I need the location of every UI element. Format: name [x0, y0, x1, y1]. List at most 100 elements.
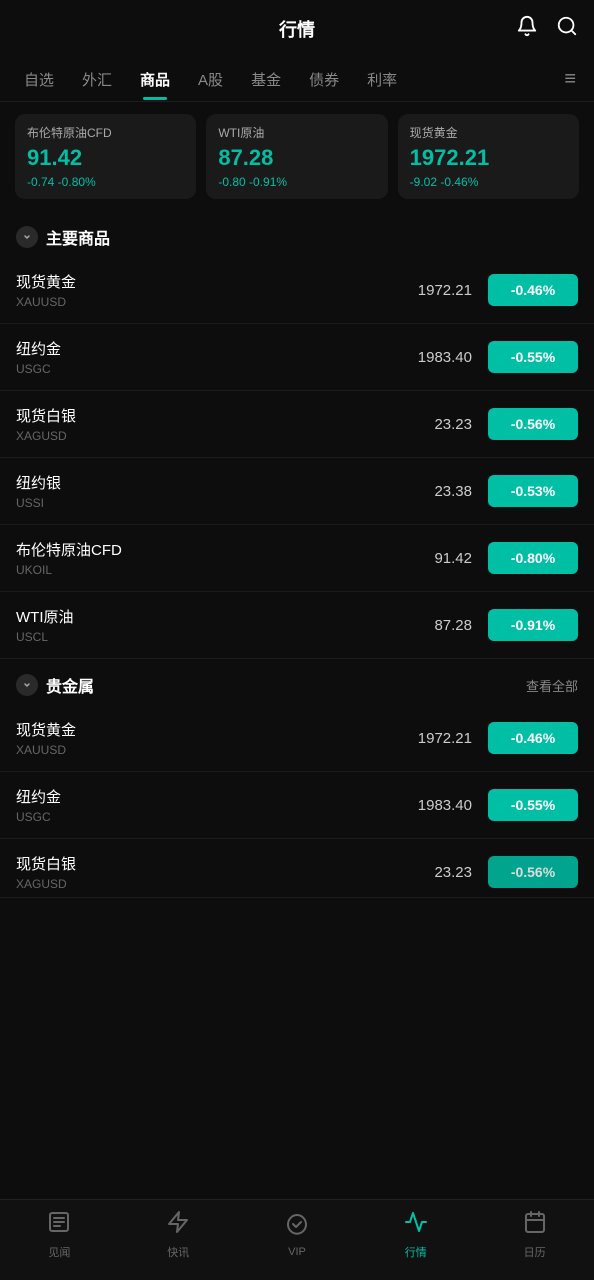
market-row-uscl-info: WTI原油 USCL — [16, 606, 392, 644]
precious-row-xagusd-price: 23.23 — [392, 864, 472, 881]
precious-row-usgc-price: 1983.40 — [392, 797, 472, 814]
ticker-card-gold-name: 现货黄金 — [410, 124, 567, 141]
market-row-usgc-change: -0.55% — [488, 341, 578, 373]
market-row-uscl-price: 87.28 — [392, 617, 472, 634]
section-precious-title: 贵金属 — [46, 673, 94, 697]
market-row-ussi[interactable]: 纽约银 USSI 23.38 -0.53% — [0, 458, 594, 525]
market-row-uscl[interactable]: WTI原油 USCL 87.28 -0.91% — [0, 592, 594, 659]
precious-row-usgc-name: 纽约金 — [16, 786, 392, 807]
market-row-xauusd-symbol: XAUUSD — [16, 295, 392, 309]
market-row-xauusd[interactable]: 现货黄金 XAUUSD 1972.21 -0.46% — [0, 257, 594, 324]
precious-row-xauusd-symbol: XAUUSD — [16, 743, 392, 757]
vip-label: VIP — [288, 1246, 306, 1258]
tab-lilv[interactable]: 利率 — [353, 59, 411, 100]
bottom-nav-hangqing[interactable]: 行情 — [386, 1210, 446, 1260]
ticker-card-wti[interactable]: WTI原油 87.28 -0.80 -0.91% — [206, 114, 387, 199]
section-main-toggle[interactable] — [16, 226, 38, 248]
ticker-card-brent-price: 91.42 — [27, 145, 184, 171]
ticker-card-wti-change: -0.80 -0.91% — [218, 175, 375, 189]
market-row-ussi-name: 纽约银 — [16, 472, 392, 493]
bottom-nav: 见闻 快讯 VIP 行情 — [0, 1199, 594, 1280]
precious-row-xauusd-info: 现货黄金 XAUUSD — [16, 719, 392, 757]
bottom-nav-kuaixun[interactable]: 快讯 — [148, 1210, 208, 1260]
tab-zixuan[interactable]: 自选 — [10, 59, 68, 100]
market-row-usgc-price: 1983.40 — [392, 349, 472, 366]
ticker-card-gold-change: -9.02 -0.46% — [410, 175, 567, 189]
precious-row-xagusd-partial[interactable]: 现货白银 XAGUSD 23.23 -0.56% — [0, 839, 594, 898]
market-row-xagusd-name: 现货白银 — [16, 405, 392, 426]
ticker-card-brent-change: -0.74 -0.80% — [27, 175, 184, 189]
market-row-xauusd-price: 1972.21 — [392, 282, 472, 299]
tab-agu[interactable]: A股 — [184, 59, 237, 100]
tab-waihui[interactable]: 外汇 — [68, 59, 126, 100]
precious-market-list: 现货黄金 XAUUSD 1972.21 -0.46% 纽约金 USGC 1983… — [0, 705, 594, 898]
ticker-card-wti-name: WTI原油 — [218, 124, 375, 141]
precious-row-usgc[interactable]: 纽约金 USGC 1983.40 -0.55% — [0, 772, 594, 839]
main-market-list: 现货黄金 XAUUSD 1972.21 -0.46% 纽约金 USGC 1983… — [0, 257, 594, 659]
section-main-header: 主要商品 — [0, 211, 594, 257]
precious-row-xagusd-name: 现货白银 — [16, 853, 392, 874]
kuaixun-icon — [166, 1210, 190, 1240]
ticker-card-brent[interactable]: 布伦特原油CFD 91.42 -0.74 -0.80% — [15, 114, 196, 199]
precious-row-usgc-info: 纽约金 USGC — [16, 786, 392, 824]
market-row-usgc-symbol: USGC — [16, 362, 392, 376]
search-icon[interactable] — [556, 15, 578, 43]
tab-shangpin[interactable]: 商品 — [126, 59, 184, 100]
vip-icon — [285, 1212, 309, 1242]
market-row-ussi-symbol: USSI — [16, 496, 392, 510]
market-row-ukoil-info: 布伦特原油CFD UKOIL — [16, 539, 392, 577]
market-row-uscl-name: WTI原油 — [16, 606, 392, 627]
tab-zhaiquan[interactable]: 债券 — [295, 59, 353, 100]
market-row-ukoil-name: 布伦特原油CFD — [16, 539, 392, 560]
precious-row-xauusd-name: 现货黄金 — [16, 719, 392, 740]
more-menu-icon[interactable]: ≡ — [556, 58, 584, 101]
ticker-card-wti-price: 87.28 — [218, 145, 375, 171]
bell-icon[interactable] — [516, 15, 538, 43]
bottom-nav-jianwen[interactable]: 见闻 — [29, 1210, 89, 1260]
jianwen-label: 见闻 — [48, 1244, 70, 1260]
header-title: 行情 — [279, 16, 315, 42]
jianwen-icon — [47, 1210, 71, 1240]
market-row-uscl-symbol: USCL — [16, 630, 392, 644]
market-row-xauusd-change: -0.46% — [488, 274, 578, 306]
precious-row-xauusd-price: 1972.21 — [392, 730, 472, 747]
precious-row-xagusd-symbol: XAGUSD — [16, 877, 392, 891]
market-row-ukoil[interactable]: 布伦特原油CFD UKOIL 91.42 -0.80% — [0, 525, 594, 592]
precious-row-xauusd[interactable]: 现货黄金 XAUUSD 1972.21 -0.46% — [0, 705, 594, 772]
kuaixun-label: 快讯 — [167, 1244, 189, 1260]
ticker-card-gold-price: 1972.21 — [410, 145, 567, 171]
market-row-xagusd-change: -0.56% — [488, 408, 578, 440]
bottom-nav-rili[interactable]: 日历 — [505, 1210, 565, 1260]
market-row-ussi-price: 23.38 — [392, 483, 472, 500]
section-main-title: 主要商品 — [46, 225, 110, 249]
market-row-usgc-name: 纽约金 — [16, 338, 392, 359]
rili-label: 日历 — [524, 1244, 546, 1260]
section-precious-header: 贵金属 查看全部 — [0, 659, 594, 705]
market-row-ussi-info: 纽约银 USSI — [16, 472, 392, 510]
ticker-card-gold[interactable]: 现货黄金 1972.21 -9.02 -0.46% — [398, 114, 579, 199]
market-row-xagusd-info: 现货白银 XAGUSD — [16, 405, 392, 443]
market-row-usgc-info: 纽约金 USGC — [16, 338, 392, 376]
ticker-card-brent-name: 布伦特原油CFD — [27, 124, 184, 141]
ticker-cards: 布伦特原油CFD 91.42 -0.74 -0.80% WTI原油 87.28 … — [0, 102, 594, 211]
bottom-nav-vip[interactable]: VIP — [267, 1212, 327, 1258]
tab-jijin[interactable]: 基金 — [237, 59, 295, 100]
rili-icon — [523, 1210, 547, 1240]
market-row-usgc[interactable]: 纽约金 USGC 1983.40 -0.55% — [0, 324, 594, 391]
nav-tabs: 自选 外汇 商品 A股 基金 债券 利率 ≡ — [0, 58, 594, 102]
precious-row-usgc-change: -0.55% — [488, 789, 578, 821]
section-precious-toggle[interactable] — [16, 674, 38, 696]
market-row-xauusd-name: 现货黄金 — [16, 271, 392, 292]
market-row-ukoil-symbol: UKOIL — [16, 563, 392, 577]
hangqing-label: 行情 — [405, 1244, 427, 1260]
precious-row-xagusd-change: -0.56% — [488, 856, 578, 888]
market-row-ussi-change: -0.53% — [488, 475, 578, 507]
precious-row-xagusd-info: 现货白银 XAGUSD — [16, 853, 392, 891]
market-row-xagusd[interactable]: 现货白银 XAGUSD 23.23 -0.56% — [0, 391, 594, 458]
market-row-ukoil-price: 91.42 — [392, 550, 472, 567]
precious-row-xauusd-change: -0.46% — [488, 722, 578, 754]
section-precious-view-all[interactable]: 查看全部 — [526, 676, 578, 695]
market-row-xauusd-info: 现货黄金 XAUUSD — [16, 271, 392, 309]
section-precious-header-left: 贵金属 — [16, 673, 94, 697]
market-row-ukoil-change: -0.80% — [488, 542, 578, 574]
